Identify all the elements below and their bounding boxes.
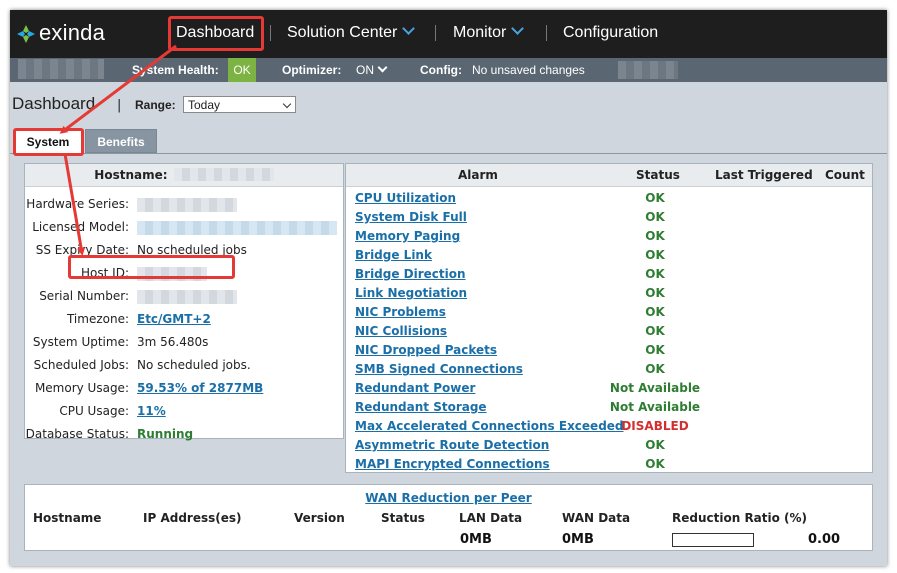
arrow-to-system-tab [59, 44, 177, 134]
annotation-arrows [59, 44, 177, 256]
app-window: exinda Dashboard Solution Center Monitor… [10, 10, 887, 566]
arrow-to-host-id [63, 153, 86, 256]
